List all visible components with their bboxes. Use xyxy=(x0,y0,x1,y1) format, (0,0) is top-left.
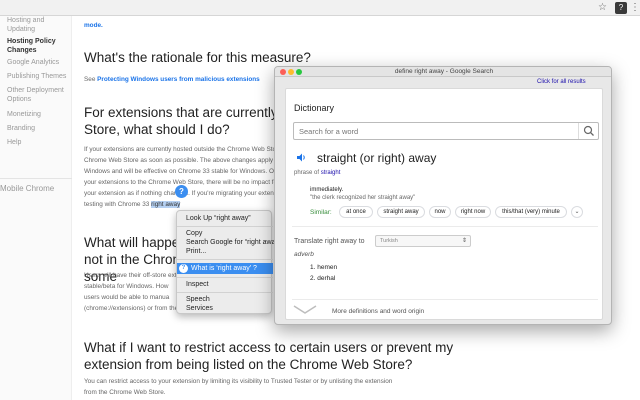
phrase-of-link[interactable]: straight xyxy=(321,170,341,176)
language-select[interactable]: Turkish ⇕ xyxy=(375,235,471,247)
select-arrow-icon: ⇕ xyxy=(461,238,467,244)
extension-icon[interactable]: ? xyxy=(615,2,627,14)
chevron-down-icon[interactable]: ⌄ xyxy=(571,206,583,218)
sidebar-item-mobile-chrome[interactable]: Mobile Chrome xyxy=(0,184,54,193)
sidebar-item-publishing-themes[interactable]: Publishing Themes xyxy=(7,72,69,81)
dictionary-heading: Dictionary xyxy=(294,103,335,113)
browser-toolbar: ☆ ? ⋮ xyxy=(0,0,640,16)
speaker-icon[interactable] xyxy=(296,152,307,163)
article-top-fragment: mode. xyxy=(84,22,103,29)
phrase-of: phrase of straight xyxy=(294,170,341,176)
definition-popup-window: define right away - Google Search Click … xyxy=(274,66,612,325)
similar-chip[interactable]: now xyxy=(429,206,451,218)
menu-item-services[interactable]: Services xyxy=(186,304,213,313)
menu-item-print[interactable]: Print... xyxy=(186,247,206,256)
sidebar-item-hosting-policy[interactable]: Hosting Policy Changes xyxy=(7,37,69,55)
sidebar-item-monetizing[interactable]: Monetizing xyxy=(7,110,69,119)
chevron-down-icon xyxy=(293,305,317,314)
menu-item-inspect[interactable]: Inspect xyxy=(186,280,209,289)
dictionary-card: Dictionary Search for a word straight (o… xyxy=(285,88,603,320)
search-icon xyxy=(583,125,594,136)
translate-label: Translate right away to xyxy=(294,238,365,245)
definition-text: immediately. xyxy=(310,187,344,193)
paragraph-restrict-access: You can restrict access to your extensio… xyxy=(84,378,393,396)
menu-separator xyxy=(177,292,273,293)
similar-chip[interactable]: this/that (very) minute xyxy=(495,206,567,218)
part-of-speech: adverb xyxy=(294,251,314,258)
example-text: "the clerk recognized her straight away" xyxy=(310,195,416,201)
heading-rationale: What's the rationale for this measure? xyxy=(84,50,311,65)
lookup-badge-icon[interactable]: ? xyxy=(175,185,188,198)
translation-item: 1. hemen xyxy=(310,264,338,271)
click-for-all-results-link[interactable]: Click for all results xyxy=(537,78,586,86)
similar-chip[interactable]: at once xyxy=(339,206,373,218)
menu-item-copy[interactable]: Copy xyxy=(186,229,202,238)
word-search-field[interactable]: Search for a word xyxy=(293,122,599,140)
menu-item-look-up[interactable]: Look Up “right away” xyxy=(186,214,251,223)
menu-separator xyxy=(177,226,273,227)
help-icon: ? xyxy=(179,264,188,273)
similar-label: Similar: xyxy=(310,209,332,216)
selected-text[interactable]: right away xyxy=(151,201,181,208)
popup-titlebar: define right away - Google Search xyxy=(275,67,611,77)
menu-separator xyxy=(177,277,273,278)
card-divider xyxy=(292,226,598,227)
link-protecting-windows[interactable]: Protecting Windows users from malicious … xyxy=(97,76,260,83)
popup-title: define right away - Google Search xyxy=(394,68,494,75)
more-definitions-row[interactable]: More definitions and word origin xyxy=(286,303,604,321)
sidebar-divider xyxy=(0,178,72,179)
search-button[interactable] xyxy=(578,123,598,139)
translation-item: 2. derhal xyxy=(310,275,336,282)
menu-separator xyxy=(177,259,273,260)
menu-item-speech[interactable]: Speech xyxy=(186,295,210,304)
star-icon[interactable]: ☆ xyxy=(598,2,607,14)
more-definitions-label: More definitions and word origin xyxy=(332,308,425,315)
sidebar-item-branding[interactable]: Branding xyxy=(7,124,69,133)
menu-item-what-is[interactable]: ? What is ‘right away’ ? xyxy=(177,263,273,274)
menu-item-search-google[interactable]: Search Google for “right away” xyxy=(186,238,281,247)
similar-chip[interactable]: right now xyxy=(455,206,491,218)
sidebar-item-other-deployment[interactable]: Other Deployment Options xyxy=(7,86,69,104)
docs-sidebar: Hosting and Updating Hosting Policy Chan… xyxy=(0,16,72,400)
language-select-value: Turkish xyxy=(380,238,398,244)
word-search-placeholder: Search for a word xyxy=(299,127,359,136)
card-divider xyxy=(292,299,598,300)
sidebar-item-hosting-updating[interactable]: Hosting and Updating xyxy=(7,16,69,34)
similar-chip[interactable]: straight away xyxy=(377,206,425,218)
menu-icon[interactable]: ⋮ xyxy=(630,2,640,14)
heading-restrict-access: What if I want to restrict access to cer… xyxy=(84,340,454,372)
context-menu: Look Up “right away” Copy Search Google … xyxy=(176,210,281,314)
sidebar-item-google-analytics[interactable]: Google Analytics xyxy=(7,58,69,67)
sidebar-item-help[interactable]: Help xyxy=(7,138,69,147)
headword: straight (or right) away xyxy=(317,151,437,165)
